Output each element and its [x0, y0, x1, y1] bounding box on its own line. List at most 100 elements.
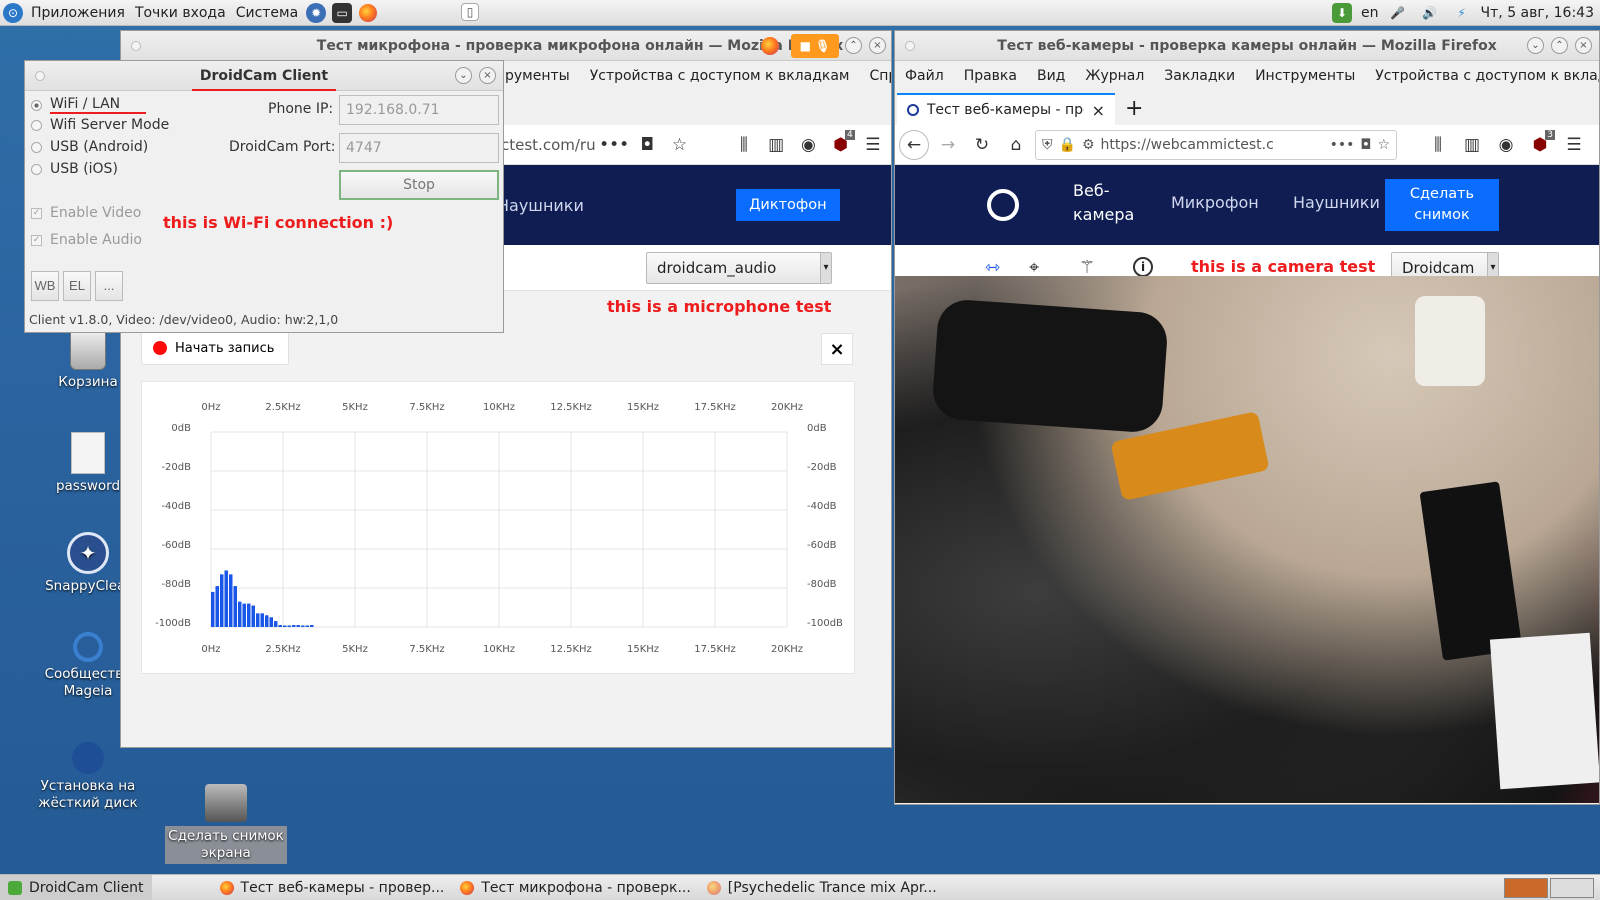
clock[interactable]: Чт, 5 авг, 16:43: [1481, 5, 1594, 21]
menu-file[interactable]: Файл: [905, 68, 944, 84]
new-tab-icon[interactable]: +: [1125, 93, 1143, 125]
nav-headphones[interactable]: Наушники: [497, 196, 584, 215]
mic-window-titlebar[interactable]: Тест микрофона - проверка микрофона онла…: [121, 31, 891, 61]
phone-ip-label: Phone IP:: [268, 101, 334, 117]
ublock-icon[interactable]: ⬢ 3: [1525, 129, 1555, 160]
bookmark-star-icon[interactable]: ☆: [1377, 137, 1390, 153]
applications-menu[interactable]: Приложения: [26, 0, 130, 26]
phone-ip-field[interactable]: 192.168.0.71: [339, 95, 499, 125]
page-actions-icon[interactable]: •••: [1330, 137, 1355, 153]
mageia-menu-icon[interactable]: ⊙: [3, 2, 23, 23]
menu-help-fragment[interactable]: Справ: [869, 68, 891, 84]
info-icon[interactable]: i: [1133, 257, 1153, 277]
menu-devices[interactable]: Устройства с доступом к вкладка: [1375, 68, 1599, 84]
close-recorder-button[interactable]: ×: [821, 333, 853, 365]
workspace-1[interactable]: [1504, 878, 1548, 898]
wb-button[interactable]: WB: [31, 271, 59, 301]
home-icon[interactable]: ⌂: [1001, 130, 1031, 160]
settings-launcher-icon[interactable]: ✹: [306, 2, 327, 23]
minimize-button[interactable]: ⌄: [455, 67, 472, 84]
close-button[interactable]: ×: [1575, 37, 1592, 54]
account-icon[interactable]: ◉: [794, 130, 822, 160]
menu-tools[interactable]: Инструменты: [1255, 68, 1355, 84]
stop-button[interactable]: Stop: [339, 170, 499, 200]
microphone-tray-icon[interactable]: 🎤: [1388, 3, 1408, 23]
site-logo-icon[interactable]: [987, 189, 1019, 221]
keyboard-layout[interactable]: en: [1361, 5, 1379, 21]
menu-tools-fragment[interactable]: рументы: [505, 68, 570, 84]
dictaphone-button[interactable]: Диктофон: [735, 189, 840, 221]
close-button[interactable]: ×: [869, 37, 886, 54]
sidebar-icon[interactable]: ▥: [762, 130, 790, 160]
volume-icon[interactable]: 🔊: [1420, 3, 1440, 23]
nav-microphone[interactable]: Микрофон: [1171, 193, 1259, 212]
firefox-launcher-icon[interactable]: [358, 3, 378, 23]
system-menu[interactable]: Система: [231, 0, 303, 26]
focus-icon[interactable]: ⌖: [1029, 257, 1039, 278]
task-droidcam[interactable]: DroidCam Client: [0, 874, 152, 900]
page-actions-icon[interactable]: •••: [599, 130, 629, 160]
close-button[interactable]: ×: [479, 67, 496, 84]
back-icon[interactable]: ←: [899, 129, 929, 160]
site-favicon-icon: [907, 104, 919, 116]
mic-device-select[interactable]: droidcam_audio: [646, 252, 832, 284]
nav-webcam[interactable]: Веб- камера: [1073, 179, 1134, 227]
enable-video-checkbox[interactable]: ✓ Enable Video: [31, 205, 141, 221]
menu-hamburger-icon[interactable]: ☰: [1559, 130, 1589, 160]
menu-history[interactable]: Журнал: [1085, 68, 1144, 84]
cam-window-titlebar[interactable]: Тест веб-камеры - проверка камеры онлайн…: [895, 31, 1599, 61]
effects-wand-icon[interactable]: ⚚: [1079, 257, 1095, 278]
more-button[interactable]: ...: [95, 271, 123, 301]
menu-bookmarks[interactable]: Закладки: [1164, 68, 1235, 84]
camera-sharing-indicator[interactable]: ■ 🎙: [791, 34, 839, 58]
show-desktop-icon[interactable]: ▯: [461, 3, 479, 21]
forward-icon[interactable]: →: [933, 130, 963, 160]
update-applet-icon[interactable]: ⬇: [1332, 3, 1353, 23]
maximize-button[interactable]: ⌃: [1551, 37, 1568, 54]
menu-edit[interactable]: Правка: [964, 68, 1017, 84]
start-recording-button[interactable]: Начать запись: [141, 331, 289, 365]
spectrum-bar: [260, 613, 264, 627]
terminal-launcher-icon[interactable]: ▭: [332, 2, 353, 23]
menu-hamburger-icon[interactable]: ☰: [859, 130, 887, 160]
snapshot-button[interactable]: Сделать снимок: [1385, 179, 1499, 231]
option-usb-ios[interactable]: USB (iOS): [31, 161, 118, 177]
menu-devices[interactable]: Устройства с доступом к вкладкам: [590, 68, 850, 84]
library-icon[interactable]: ⫼: [730, 130, 758, 160]
enable-audio-checkbox[interactable]: ✓ Enable Audio: [31, 232, 142, 248]
screenshot-desktop-icon[interactable]: Сделать снимок экрана: [165, 784, 287, 864]
minimize-button[interactable]: ⌄: [1527, 37, 1544, 54]
y-tick-label-left: -60dB: [161, 540, 191, 551]
el-button[interactable]: EL: [63, 271, 91, 301]
menu-view[interactable]: Вид: [1037, 68, 1065, 84]
task-webcam-test[interactable]: Тест веб-камеры - провер...: [212, 875, 453, 900]
mirror-icon[interactable]: ⇿: [985, 257, 1000, 278]
droidcam-titlebar[interactable]: DroidCam Client ⌄ ×: [25, 61, 503, 91]
install-desktop-icon[interactable]: Установка на жёсткий диск: [33, 742, 143, 812]
library-icon[interactable]: ⫼: [1423, 130, 1453, 160]
task-mic-test[interactable]: Тест микрофона - проверк...: [452, 875, 698, 900]
task-psytrance[interactable]: [Psychedelic Trance mix Apr...: [699, 875, 945, 900]
account-icon[interactable]: ◉: [1491, 130, 1521, 160]
tab-close-icon[interactable]: ×: [1092, 101, 1105, 120]
option-wifi-lan[interactable]: WiFi / LAN: [31, 96, 147, 114]
url-bar[interactable]: ⛨ 🔒 ⚙ https://webcammictest.c ••• ◘ ☆: [1035, 129, 1397, 160]
ublock-icon[interactable]: ⬢ 4: [827, 129, 855, 160]
pocket-icon[interactable]: ◘: [633, 130, 661, 160]
places-menu[interactable]: Точки входа: [130, 0, 231, 26]
network-icon[interactable]: ⚡: [1452, 3, 1472, 23]
nav-headphones[interactable]: Наушники: [1293, 193, 1380, 212]
bookmark-star-icon[interactable]: ☆: [665, 130, 693, 160]
option-wifi-server[interactable]: Wifi Server Mode: [31, 117, 169, 133]
minimize-button[interactable]: ⌃: [845, 37, 862, 54]
reload-icon[interactable]: ↻: [967, 130, 997, 160]
cam-tab[interactable]: Тест веб-камеры - пров ×: [897, 93, 1115, 125]
port-field[interactable]: 4747: [339, 133, 499, 163]
option-usb-android[interactable]: USB (Android): [31, 139, 148, 155]
pocket-icon[interactable]: ◘: [1360, 137, 1371, 153]
workspace-switcher[interactable]: [1504, 878, 1594, 898]
mic-url-fragment[interactable]: ctest.com/ru/c: [501, 136, 595, 154]
workspace-2[interactable]: [1550, 878, 1594, 898]
preview-object-bottle: [1415, 296, 1485, 386]
sidebar-icon[interactable]: ▥: [1457, 130, 1487, 160]
